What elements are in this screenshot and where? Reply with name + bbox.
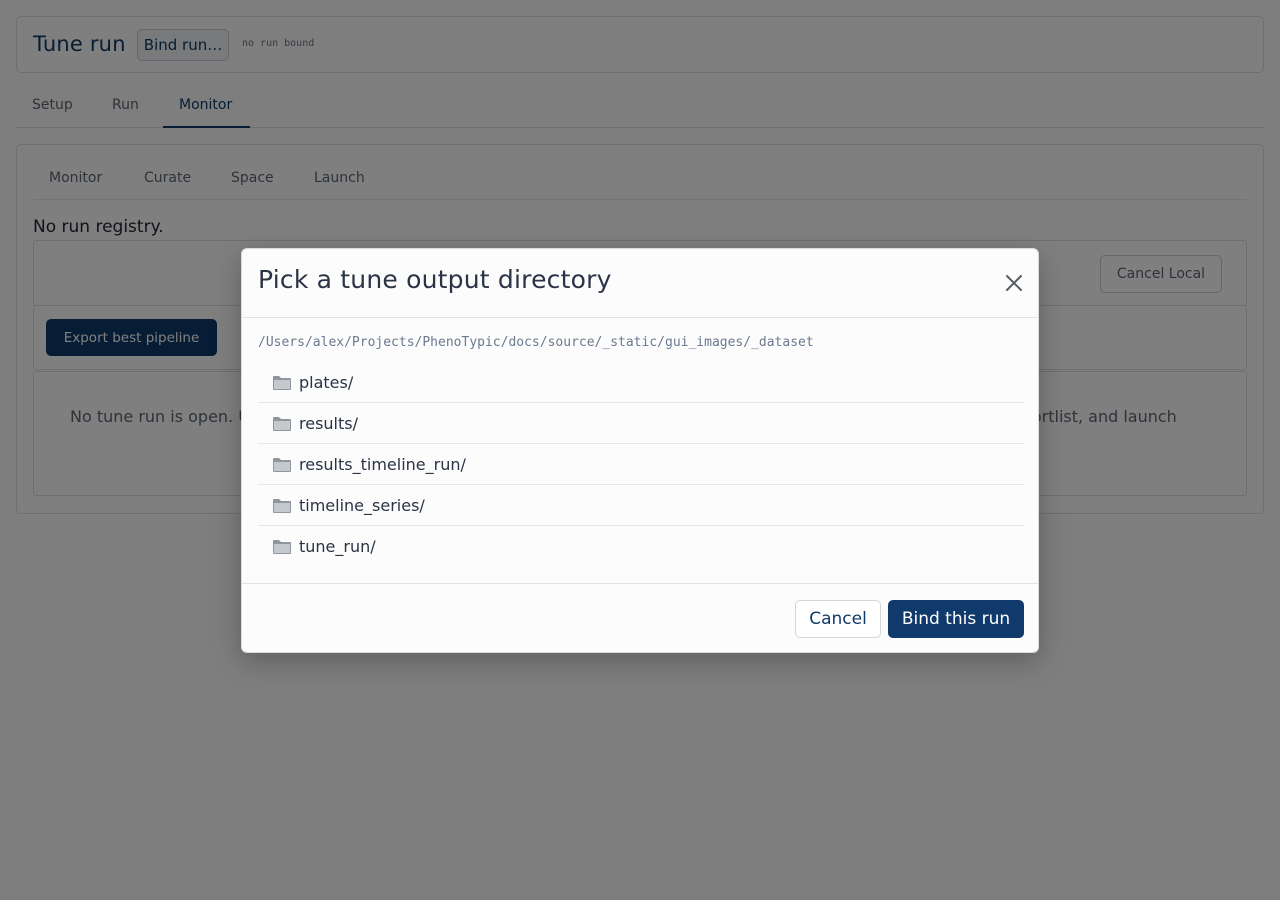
list-item[interactable]: timeline_series/ [258,485,1024,526]
folder-icon [273,540,291,554]
folder-name: results_timeline_run/ [299,454,466,474]
folder-icon [273,375,291,390]
dialog-title: Pick a tune output directory [258,265,612,294]
folder-name: plates/ [299,372,354,392]
dialog-header: Pick a tune output directory [242,249,1038,318]
folder-name: results/ [299,413,358,433]
cancel-button[interactable]: Cancel [795,600,881,638]
close-icon[interactable] [1004,273,1024,293]
folder-icon [273,457,291,472]
folder-name: timeline_series/ [299,495,425,515]
folder-icon [273,498,291,513]
dialog-footer: Cancel Bind this run [242,583,1038,652]
folder-icon [273,416,291,431]
list-item[interactable]: results_timeline_run/ [258,444,1024,485]
folder-name: tune_run/ [299,537,376,556]
list-item[interactable]: results/ [258,403,1024,444]
dialog-body: /Users/alex/Projects/PhenoTypic/docs/sou… [258,319,1024,583]
bind-this-run-button[interactable]: Bind this run [888,600,1024,638]
list-item[interactable]: tune_run/ [258,526,1024,567]
directory-list: plates/ results/ results_timeline_run/ t… [258,362,1024,567]
current-path: /Users/alex/Projects/PhenoTypic/docs/sou… [258,335,814,350]
list-item[interactable]: plates/ [258,362,1024,403]
directory-picker-dialog: Pick a tune output directory /Users/alex… [241,248,1039,653]
